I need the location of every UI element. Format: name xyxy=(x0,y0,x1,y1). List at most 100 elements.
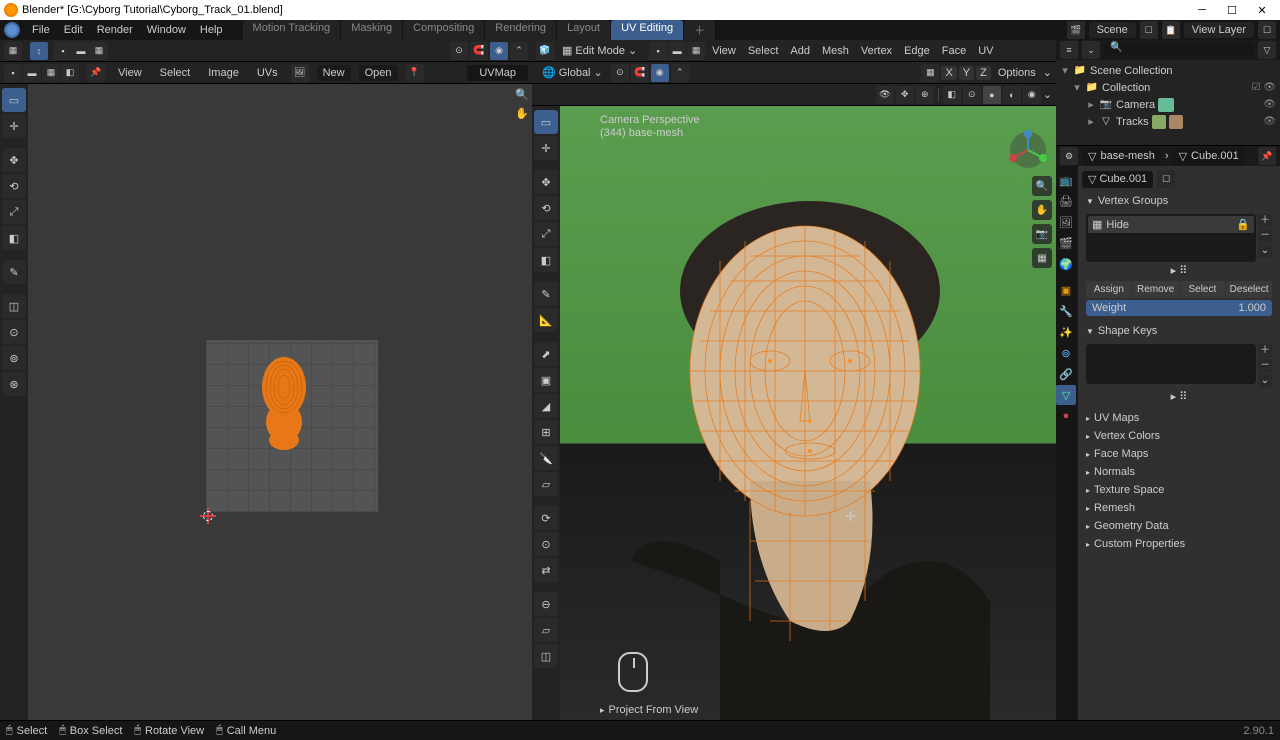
workspace-add[interactable]: ＋ xyxy=(684,20,715,40)
vg-deselect-button[interactable]: Deselect xyxy=(1226,281,1272,298)
vp-tool-polybuild[interactable]: ▱ xyxy=(534,472,558,496)
outliner-scene-collection[interactable]: ▾📁Scene Collection xyxy=(1060,62,1276,79)
vp-tool-smooth[interactable]: ⊙ xyxy=(534,532,558,556)
uv-snap-icon[interactable]: 🧲 xyxy=(470,42,488,60)
uvmap-selector[interactable]: UVMap xyxy=(467,65,528,81)
vp-camera-icon[interactable]: 📷 xyxy=(1032,224,1052,244)
outliner-display-icon[interactable]: ⌄ xyxy=(1082,41,1100,59)
orientation-selector[interactable]: 🌐Global⌄ xyxy=(536,64,609,81)
outliner-filter-icon[interactable]: ▽ xyxy=(1258,41,1276,59)
uv-menu-select[interactable]: Select xyxy=(155,65,196,81)
vg-expand-icon[interactable]: ▸ ⠿ xyxy=(1171,265,1188,277)
vg-add-icon[interactable]: ＋ xyxy=(1258,214,1272,228)
vp-tool-scale[interactable]: ⤢ xyxy=(534,222,558,246)
panel-vertex-colors[interactable]: ▸Vertex Colors xyxy=(1082,427,1276,445)
prop-tab-particle[interactable]: ✨ xyxy=(1056,322,1076,342)
uv-tool-select[interactable]: ▭ xyxy=(2,88,26,112)
vp-tool-bevel[interactable]: ◢ xyxy=(534,394,558,418)
vp-tool-rip[interactable]: ◫ xyxy=(534,644,558,668)
vp-tool-extrude[interactable]: ⬈ xyxy=(534,342,558,366)
panel-shape-keys[interactable]: ▼Shape Keys xyxy=(1082,322,1276,340)
uv-menu-uv[interactable]: UVs xyxy=(252,65,283,81)
workspace-masking[interactable]: Masking xyxy=(341,20,402,40)
uv-image-browse-icon[interactable]: 🖼 xyxy=(291,64,309,82)
workspace-compositing[interactable]: Compositing xyxy=(403,20,484,40)
uv-menu-view[interactable]: View xyxy=(113,65,147,81)
vp-tool-select[interactable]: ▭ xyxy=(534,110,558,134)
vp-tool-rotate[interactable]: ⟲ xyxy=(534,196,558,220)
prop-tab-constraint[interactable]: 🔗 xyxy=(1056,364,1076,384)
shading-matprev-icon[interactable]: ◐ xyxy=(1003,86,1021,104)
scene-browse-icon[interactable]: 🎬 xyxy=(1067,21,1085,39)
uv-zoom-icon[interactable]: 🔍 xyxy=(515,88,529,101)
uv-tool-grab[interactable]: ⊙ xyxy=(2,320,26,344)
uv-vertex-mode-icon[interactable]: ▪ xyxy=(4,64,22,82)
viewlayer-new-icon[interactable]: ☐ xyxy=(1258,21,1276,39)
uv-tool-relax[interactable]: ⊚ xyxy=(2,346,26,370)
visibility-icon[interactable]: 👁 xyxy=(876,86,894,104)
xyz-z[interactable]: Z xyxy=(976,66,991,80)
vp-menu-mesh[interactable]: Mesh xyxy=(817,43,854,59)
vg-assign-button[interactable]: Assign xyxy=(1086,281,1132,298)
crumb-mesh[interactable]: ▽Cube.001 xyxy=(1173,148,1245,165)
menu-window[interactable]: Window xyxy=(141,22,192,38)
vp-tool-move[interactable]: ✥ xyxy=(534,170,558,194)
crumb-pin-icon[interactable]: 📌 xyxy=(1258,147,1276,165)
shading-rendered-icon[interactable]: ◉ xyxy=(1023,86,1041,104)
uv-new-button[interactable]: New xyxy=(317,65,351,81)
gizmo-toggle-icon[interactable]: ✥ xyxy=(896,86,914,104)
close-button[interactable]: ✕ xyxy=(1248,1,1276,19)
scene-new-icon[interactable]: ☐ xyxy=(1140,21,1158,39)
workspace-uv-editing[interactable]: UV Editing xyxy=(611,20,683,40)
prop-tab-render[interactable]: 📺 xyxy=(1056,170,1076,190)
pivot-icon[interactable]: ⊙ xyxy=(611,64,629,82)
outliner-search[interactable]: 🔍 xyxy=(1104,42,1254,58)
panel-texture-space[interactable]: ▸Texture Space xyxy=(1082,481,1276,499)
vp-tool-transform[interactable]: ◧ xyxy=(534,248,558,272)
vp-tool-inset[interactable]: ▣ xyxy=(534,368,558,392)
vp-tool-annotate[interactable]: ✎ xyxy=(534,282,558,306)
panel-remesh[interactable]: ▸Remesh xyxy=(1082,499,1276,517)
uv-tool-annotate[interactable]: ✎ xyxy=(2,260,26,284)
3d-viewport[interactable]: Camera Perspective (344) base-mesh 🔍 ✋ 📷 xyxy=(560,106,1056,720)
panel-geometry-data[interactable]: ▸Geometry Data xyxy=(1082,517,1276,535)
uv-sync-icon[interactable]: ↕ xyxy=(30,42,48,60)
shading-solid-icon[interactable]: ● xyxy=(983,86,1001,104)
viewlayer-browse-icon[interactable]: 📋 xyxy=(1162,21,1180,39)
vp-menu-add[interactable]: Add xyxy=(785,43,815,59)
vp-menu-uv[interactable]: UV xyxy=(973,43,998,59)
vg-item-hide[interactable]: ▦Hide🔒 xyxy=(1088,216,1254,233)
uv-edge-select-icon[interactable]: ▬ xyxy=(72,42,90,60)
uv-face-mode-icon[interactable]: ▦ xyxy=(42,64,60,82)
maximize-button[interactable]: ☐ xyxy=(1218,1,1246,19)
vg-remove-icon[interactable]: － xyxy=(1258,229,1272,243)
uv-open-button[interactable]: Open xyxy=(359,65,398,81)
menu-file[interactable]: File xyxy=(26,22,56,38)
uv-tool-move[interactable]: ✥ xyxy=(2,148,26,172)
vp-tool-knife[interactable]: 🔪 xyxy=(534,446,558,470)
panel-face-maps[interactable]: ▸Face Maps xyxy=(1082,445,1276,463)
falloff-icon[interactable]: ⌃ xyxy=(671,64,689,82)
outliner-camera[interactable]: ▸📷Camera👁 xyxy=(1060,96,1276,113)
uv-face-select-icon[interactable]: ▦ xyxy=(90,42,108,60)
mesh-datablock[interactable]: ▽Cube.001 xyxy=(1082,171,1153,188)
uv-menu-image[interactable]: Image xyxy=(203,65,244,81)
prop-tab-mesh[interactable]: ▽ xyxy=(1056,385,1076,405)
mesh-display-icon[interactable]: ▦ xyxy=(921,64,939,82)
prop-tab-viewlayer[interactable]: 🖼 xyxy=(1056,212,1076,232)
options-menu[interactable]: Options xyxy=(993,65,1041,81)
prop-tab-material[interactable]: ● xyxy=(1056,406,1076,426)
uv-proportional-icon[interactable]: ◉ xyxy=(490,42,508,60)
menu-edit[interactable]: Edit xyxy=(58,22,89,38)
properties-type-icon[interactable]: ⚙ xyxy=(1060,147,1078,165)
uv-tool-rotate[interactable]: ⟲ xyxy=(2,174,26,198)
uv-tool-cursor[interactable]: ✛ xyxy=(2,114,26,138)
sk-menu-icon[interactable]: ⌄ xyxy=(1258,374,1272,388)
panel-custom-properties[interactable]: ▸Custom Properties xyxy=(1082,535,1276,553)
edge-select-icon[interactable]: ▬ xyxy=(668,42,686,60)
outliner-collection[interactable]: ▾📁Collection☑ 👁 xyxy=(1060,79,1276,96)
face-select-icon[interactable]: ▦ xyxy=(687,42,705,60)
vp-tool-loopcut[interactable]: ⊞ xyxy=(534,420,558,444)
outliner-tracks[interactable]: ▸▽Tracks👁 xyxy=(1060,113,1276,130)
last-operator[interactable]: ▸Project From View xyxy=(600,704,698,716)
